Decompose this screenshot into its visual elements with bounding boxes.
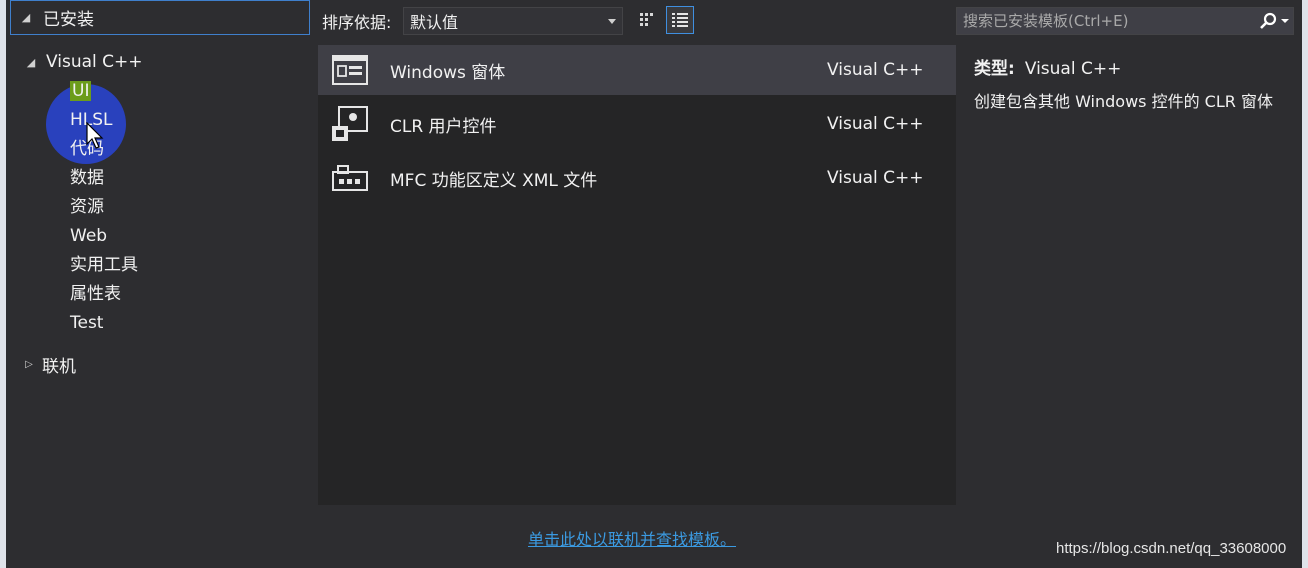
windows-form-icon bbox=[330, 52, 370, 88]
tree-item-resource[interactable]: 资源 bbox=[70, 194, 104, 220]
list-view-button[interactable] bbox=[666, 6, 694, 34]
user-control-icon bbox=[330, 106, 370, 142]
new-item-dialog: ◢ 已安装 ◢ Visual C++ UI HLSL 代码 数据 资源 Web … bbox=[6, 0, 1302, 568]
template-description: 创建包含其他 Windows 控件的 CLR 窗体 bbox=[974, 92, 1273, 111]
template-language: Visual C++ bbox=[827, 60, 924, 80]
tree-node-visual-cpp[interactable]: ◢ Visual C++ bbox=[24, 50, 143, 74]
tree-item-web[interactable]: Web bbox=[70, 223, 107, 249]
tree-item-test[interactable]: Test bbox=[70, 310, 103, 336]
template-row[interactable]: MFC 功能区定义 XML 文件 Visual C++ bbox=[318, 153, 956, 203]
template-row[interactable]: Windows 窗体 Visual C++ bbox=[318, 45, 956, 95]
online-label: 联机 bbox=[42, 356, 76, 377]
tree-item-property-sheet[interactable]: 属性表 bbox=[70, 281, 121, 307]
collapse-triangle-icon[interactable]: ◢ bbox=[24, 56, 38, 69]
dropdown-arrow-icon bbox=[608, 19, 616, 24]
collapse-triangle-icon[interactable]: ◢ bbox=[19, 11, 33, 24]
mouse-pointer-icon bbox=[86, 122, 104, 149]
template-list: Windows 窗体 Visual C++ CLR 用户控件 Visual C+… bbox=[318, 45, 956, 505]
type-value: Visual C++ bbox=[1024, 59, 1122, 79]
template-name: CLR 用户控件 bbox=[390, 116, 497, 137]
installed-label: 已安装 bbox=[43, 10, 94, 30]
template-row[interactable]: CLR 用户控件 Visual C++ bbox=[318, 99, 956, 149]
type-label: 类型: bbox=[974, 59, 1015, 79]
tree-item-data[interactable]: 数据 bbox=[70, 165, 104, 191]
chevron-down-icon bbox=[1281, 19, 1289, 23]
sort-by-label: 排序依据: bbox=[322, 13, 392, 32]
tree-item-utility[interactable]: 实用工具 bbox=[70, 252, 138, 278]
installed-node[interactable]: ◢ 已安装 bbox=[10, 0, 310, 35]
template-type: 类型: Visual C++ bbox=[974, 54, 1121, 79]
template-search-box[interactable] bbox=[956, 7, 1294, 35]
template-language: Visual C++ bbox=[827, 168, 924, 188]
watermark: https://blog.csdn.net/qq_33608000 bbox=[1056, 540, 1287, 557]
grid-view-icon bbox=[640, 13, 653, 26]
find-templates-online-link[interactable]: 单击此处以联机并查找模板。 bbox=[528, 526, 736, 550]
sort-by-dropdown[interactable]: 默认值 bbox=[403, 7, 623, 35]
list-view-icon bbox=[672, 13, 688, 27]
expand-triangle-icon[interactable]: ▷ bbox=[22, 359, 36, 370]
tree-node-label: Visual C++ bbox=[46, 52, 143, 72]
template-language: Visual C++ bbox=[827, 114, 924, 134]
search-icon bbox=[1260, 12, 1277, 29]
small-icons-view-button[interactable] bbox=[632, 6, 660, 34]
search-button[interactable] bbox=[1255, 8, 1293, 34]
template-name: Windows 窗体 bbox=[390, 62, 506, 83]
template-name: MFC 功能区定义 XML 文件 bbox=[390, 170, 598, 191]
online-node[interactable]: ▷ 联机 bbox=[22, 352, 76, 377]
search-input[interactable] bbox=[957, 11, 1255, 31]
ribbon-xml-icon bbox=[330, 160, 370, 196]
sort-by-value: 默认值 bbox=[410, 13, 459, 32]
tree-item-ui[interactable]: UI bbox=[70, 78, 92, 104]
template-tree-panel: ◢ 已安装 ◢ Visual C++ UI HLSL 代码 数据 资源 Web … bbox=[6, 0, 312, 568]
